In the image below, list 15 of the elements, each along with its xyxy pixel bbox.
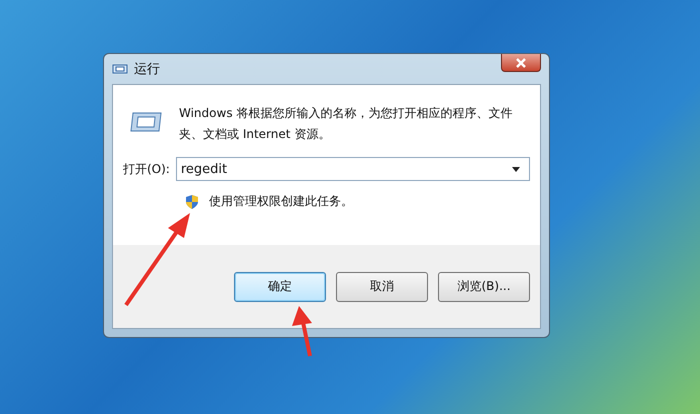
dialog-button[interactable]: 确定 <box>234 272 326 302</box>
close-icon <box>516 58 526 68</box>
dialog-button[interactable]: 取消 <box>336 272 428 302</box>
dialog-button[interactable]: 浏览(B)... <box>438 272 530 302</box>
close-button[interactable] <box>501 54 541 72</box>
window-title: 运行 <box>134 61 160 78</box>
run-icon <box>112 64 128 74</box>
open-label: 打开(O): <box>123 160 170 178</box>
description-text: Windows 将根据您所输入的名称，为您打开相应的程序、文件夹、文档或 Internet 资源。 <box>179 105 514 143</box>
shield-icon <box>185 194 199 210</box>
run-icon <box>129 111 163 133</box>
command-field[interactable]: regedit <box>176 157 530 181</box>
arrow-annotation <box>292 306 312 356</box>
dropdown-icon <box>512 167 520 172</box>
admin-note: 使用管理权限创建此任务。 <box>209 193 353 210</box>
